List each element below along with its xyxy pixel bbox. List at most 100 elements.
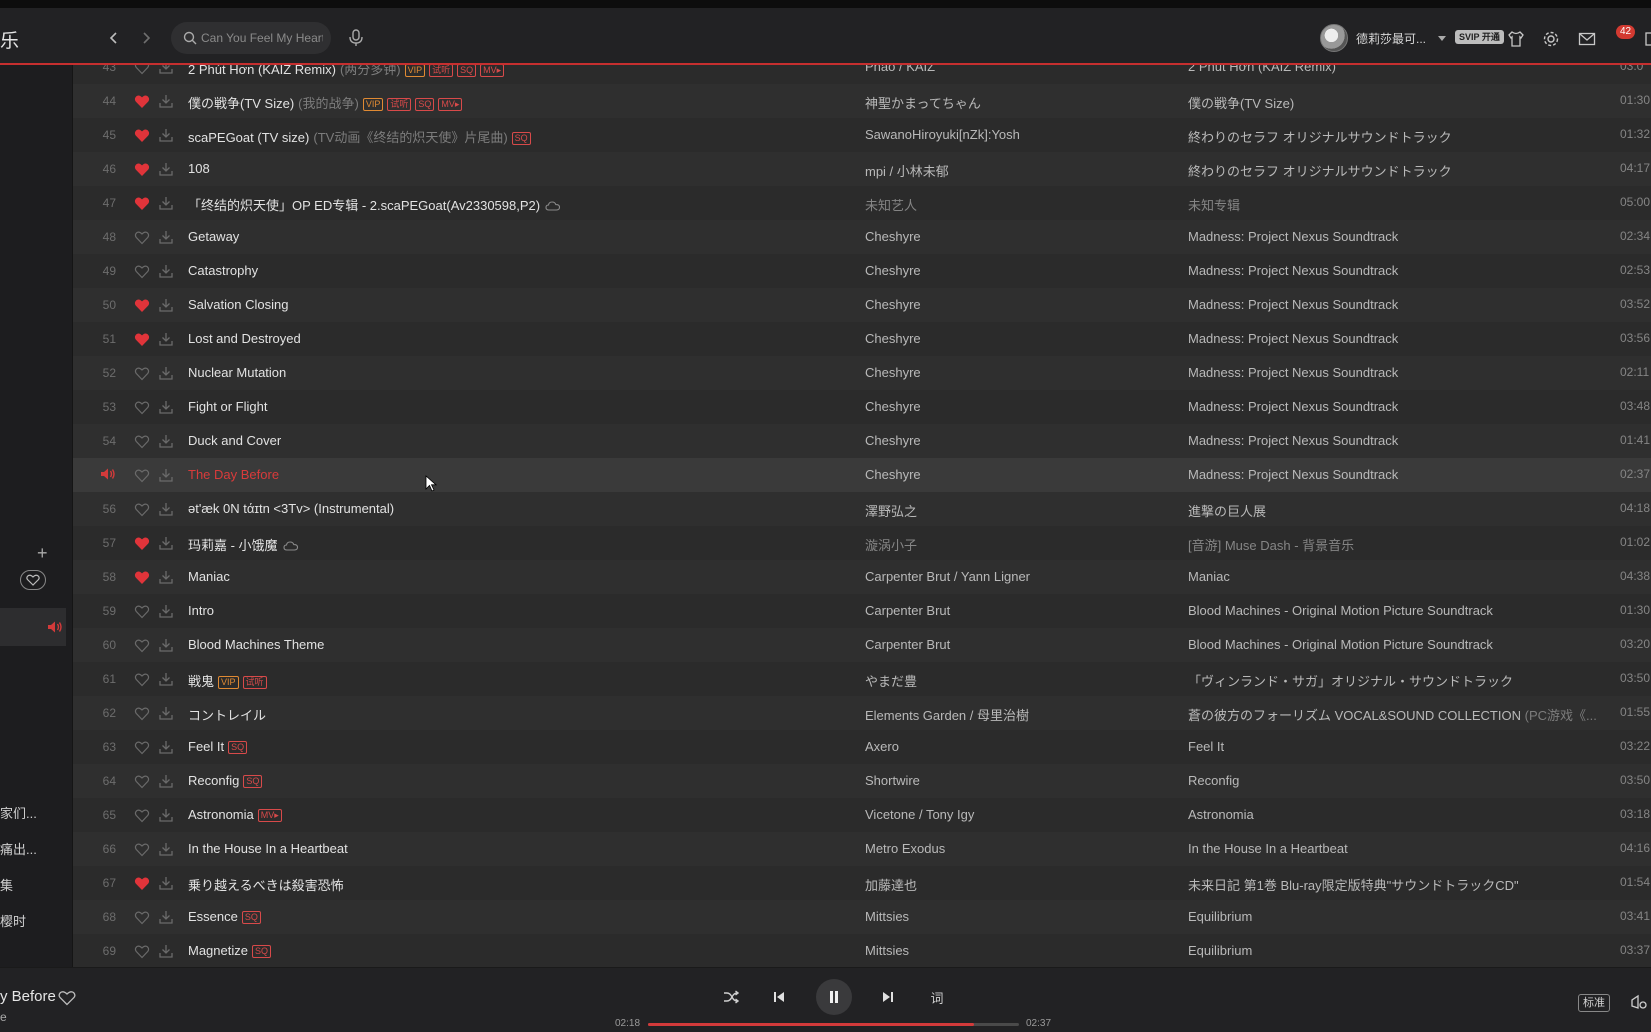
song-album[interactable]: Equilibrium — [1188, 943, 1598, 958]
shuffle-button[interactable] — [720, 986, 742, 1008]
song-album[interactable]: 2 Phút Hơn (KAIZ Remix) — [1188, 65, 1598, 74]
song-row[interactable]: 63 Feel It SQ Axero Feel It 03:22 — [73, 730, 1651, 764]
song-artist[interactable]: Carpenter Brut / Yann Ligner — [865, 569, 1165, 584]
song-title[interactable]: Fight or Flight — [188, 399, 788, 414]
sound-effect-button[interactable] — [1628, 992, 1650, 1012]
vip-badge[interactable]: SVIP 开通 — [1455, 30, 1504, 44]
heart-icon[interactable] — [134, 638, 150, 653]
download-icon[interactable] — [158, 331, 174, 347]
song-artist[interactable]: Cheshyre — [865, 433, 1165, 448]
heart-icon[interactable] — [134, 468, 150, 483]
mv-tag[interactable]: MV▸ — [257, 809, 282, 822]
song-album[interactable]: Astronomia — [1188, 807, 1598, 822]
heart-icon[interactable] — [134, 672, 150, 687]
now-playing-artist[interactable]: e — [0, 1010, 7, 1024]
progress-bar[interactable] — [648, 1023, 1019, 1026]
download-icon[interactable] — [158, 365, 174, 381]
song-title[interactable]: In the House In a Heartbeat — [188, 841, 788, 856]
sidebar-playlist-4[interactable]: 樱时 — [0, 911, 26, 930]
user-menu-caret-icon[interactable] — [1438, 36, 1446, 41]
download-icon[interactable] — [158, 65, 174, 75]
song-artist[interactable]: Carpenter Brut — [865, 603, 1165, 618]
song-artist[interactable]: Metro Exodus — [865, 841, 1165, 856]
heart-icon[interactable] — [134, 944, 150, 959]
song-album[interactable]: 蒼の彼方のフォーリズム VOCAL&SOUND COLLECTION (PC游戏… — [1188, 705, 1598, 724]
download-icon[interactable] — [158, 841, 174, 857]
download-icon[interactable] — [158, 467, 174, 483]
song-title[interactable]: 2 Phút Hơn (KAIZ Remix) (两分多钟) VIP 试听 SQ MV▸ — [188, 65, 788, 78]
voice-search-icon[interactable] — [346, 27, 366, 49]
song-album[interactable]: Madness: Project Nexus Soundtrack — [1188, 263, 1598, 278]
previous-button[interactable] — [768, 986, 790, 1008]
song-artist[interactable]: Cheshyre — [865, 331, 1165, 346]
song-album[interactable]: Madness: Project Nexus Soundtrack — [1188, 365, 1598, 380]
heart-icon[interactable] — [134, 774, 150, 789]
next-button[interactable] — [877, 986, 899, 1008]
heart-icon[interactable] — [134, 230, 150, 245]
heart-icon[interactable] — [134, 366, 150, 381]
settings-button[interactable] — [1540, 28, 1562, 50]
username[interactable]: 德莉莎最可... — [1356, 30, 1426, 47]
song-artist[interactable]: Cheshyre — [865, 229, 1165, 244]
song-album[interactable]: 進撃の巨人展 — [1188, 501, 1598, 520]
heart-icon[interactable] — [134, 502, 150, 517]
mv-tag[interactable]: MV▸ — [438, 98, 463, 111]
song-row[interactable]: 56 ət'æk 0N tάɪtn <3Tv> (Instrumental) 澤野弘… — [73, 492, 1651, 526]
lyrics-button[interactable]: 词 — [926, 986, 948, 1008]
song-album[interactable]: Blood Machines - Original Motion Picture… — [1188, 603, 1598, 618]
song-album[interactable]: 終わりのセラフ オリジナルサウンドトラック — [1188, 127, 1598, 146]
song-artist[interactable]: mpi / 小林未郁 — [865, 161, 1165, 180]
song-row[interactable]: 67 乗り越えるべきは殺害恐怖 加藤達也 未来日記 第1巻 Blu-ray限定版特典"… — [73, 866, 1651, 900]
liked-heart-icon[interactable] — [134, 196, 150, 211]
sidebar-playlist-3[interactable]: 集 — [0, 875, 13, 894]
back-button[interactable] — [104, 28, 124, 48]
liked-heart-icon[interactable] — [134, 876, 150, 891]
liked-heart-icon[interactable] — [134, 536, 150, 551]
song-artist[interactable]: Mittsies — [865, 943, 1165, 958]
song-album[interactable]: Madness: Project Nexus Soundtrack — [1188, 467, 1598, 482]
song-title[interactable]: Duck and Cover — [188, 433, 788, 448]
song-row[interactable]: 48 Getaway Cheshyre Madness: Project Nexus … — [73, 220, 1651, 254]
song-title[interactable]: Feel It SQ — [188, 739, 788, 754]
song-title[interactable]: Intro — [188, 603, 788, 618]
song-album[interactable]: In the House In a Heartbeat — [1188, 841, 1598, 856]
song-artist[interactable]: Elements Garden / 母里治樹 — [865, 705, 1165, 724]
song-album[interactable]: 僕の戦争(TV Size) — [1188, 93, 1598, 112]
heart-icon[interactable] — [134, 706, 150, 721]
song-artist[interactable]: Phao / KAIZ — [865, 65, 1165, 74]
download-icon[interactable] — [158, 909, 174, 925]
song-row[interactable]: 47 「终结的炽天使」OP ED专辑 - 2.scaPEGoat(Av233059… — [73, 186, 1651, 220]
song-row[interactable]: 46 108 mpi / 小林未郁 終わりのセラフ オリジナルサウンドトラック 04:1… — [73, 152, 1651, 186]
forward-button[interactable] — [136, 28, 156, 48]
song-title[interactable]: Nuclear Mutation — [188, 365, 788, 380]
heart-mode-button[interactable] — [20, 570, 46, 590]
song-title[interactable]: Reconfig SQ — [188, 773, 788, 788]
download-icon[interactable] — [158, 875, 174, 891]
sidebar-playlist-2[interactable]: 痛出... — [0, 839, 37, 858]
song-artist[interactable]: 神聖かまってちゃん — [865, 93, 1165, 112]
song-row[interactable]: 61 戦鬼 VIP 试听 やまだ豊 「ヴィンランド・サガ」オリジナル・サウンドトラック 03… — [73, 662, 1651, 696]
song-artist[interactable]: SawanoHiroyuki[nZk]:Yosh — [865, 127, 1165, 142]
liked-heart-icon[interactable] — [134, 332, 150, 347]
song-title[interactable]: 戦鬼 VIP 试听 — [188, 671, 788, 690]
song-row[interactable]: 66 In the House In a Heartbeat Metro Exodu… — [73, 832, 1651, 866]
download-icon[interactable] — [158, 195, 174, 211]
heart-icon[interactable] — [134, 434, 150, 449]
liked-heart-icon[interactable] — [134, 94, 150, 109]
song-row[interactable]: 60 Blood Machines Theme Carpenter Brut Bloo… — [73, 628, 1651, 662]
song-artist[interactable]: Shortwire — [865, 773, 1165, 788]
song-album[interactable]: 未来日記 第1巻 Blu-ray限定版特典"サウンドトラックCD" — [1188, 875, 1598, 894]
song-row[interactable]: 49 Catastrophy Cheshyre Madness: Project Ne… — [73, 254, 1651, 288]
song-artist[interactable]: 加藤達也 — [865, 875, 1165, 894]
song-artist[interactable]: Vicetone / Tony Igy — [865, 807, 1165, 822]
song-album[interactable]: Maniac — [1188, 569, 1598, 584]
mini-mode-button[interactable] — [1640, 28, 1651, 50]
song-artist[interactable]: Mittsies — [865, 909, 1165, 924]
download-icon[interactable] — [158, 739, 174, 755]
song-title[interactable]: 玛莉嘉 - 小饿魔 — [188, 535, 788, 554]
search-input[interactable] — [201, 22, 323, 54]
song-artist[interactable]: Cheshyre — [865, 365, 1165, 380]
song-title[interactable]: 「终结的炽天使」OP ED专辑 - 2.scaPEGoat(Av2330598,… — [188, 195, 788, 214]
song-artist[interactable]: 未知艺人 — [865, 195, 1165, 214]
now-playing-title[interactable]: y Before — [0, 988, 56, 1005]
